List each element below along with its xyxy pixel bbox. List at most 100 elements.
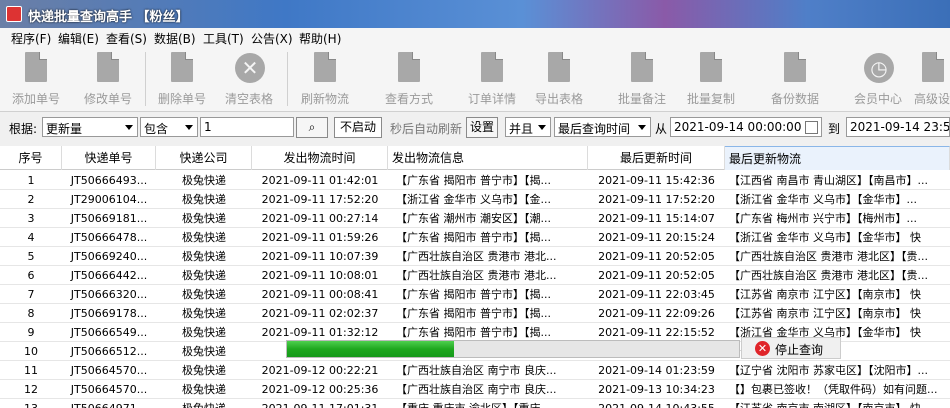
member-center-icon: ◷ xyxy=(864,53,894,83)
menu-tools[interactable]: 工具(T) xyxy=(203,30,244,47)
cell-company: 极兔快递 xyxy=(182,212,226,225)
cell-last-info: 【广东省 梅州市 兴宁市】【梅州市】... xyxy=(729,212,917,225)
filter-op-select[interactable]: 包含 xyxy=(140,117,198,137)
cell-company: 极兔快递 xyxy=(182,231,226,244)
cell-send-time: 2021-09-11 10:07:39 xyxy=(261,250,379,263)
add-number-button[interactable]: 添加单号 xyxy=(8,50,64,108)
col-last-time[interactable]: 最后更新时间 xyxy=(588,146,725,170)
advanced-settings-icon xyxy=(922,52,944,82)
cell-send-time: 2021-09-11 02:02:37 xyxy=(261,307,379,320)
table-row[interactable]: 11 JT50664570... 极兔快递 2021-09-12 00:22:21 【广… xyxy=(0,361,950,380)
search-icon: ⌕ xyxy=(308,120,316,134)
table-row[interactable]: 6 JT50666442... 极兔快递 2021-09-11 10:08:01 【广西… xyxy=(0,266,950,285)
cell-send-info: 【重庆 重庆市 渝北区】【重庆... xyxy=(396,399,588,408)
col-tracking[interactable]: 快递单号 xyxy=(62,146,156,170)
table-row[interactable]: 5 JT50669240... 极兔快递 2021-09-11 10:07:39 【广西… xyxy=(0,247,950,266)
cell-tracking: JT50666549... xyxy=(70,326,148,339)
cell-send-info: 【广东省 揭阳市 普宁市】【揭... xyxy=(396,307,551,320)
menu-program[interactable]: 程序(F) xyxy=(11,30,51,47)
cell-send-time: 2021-09-12 00:25:36 xyxy=(261,383,379,396)
cell-last-time: 2021-09-11 17:52:20 xyxy=(598,193,715,206)
result-table: 序号 快递单号 快递公司 发出物流时间 发出物流信息 最后更新时间 最后更新物流… xyxy=(0,146,950,408)
from-date-input[interactable]: 2021-09-14 00:00:00 xyxy=(670,117,822,137)
table-row[interactable]: 3 JT50669181... 极兔快递 2021-09-11 00:27:14 【广东… xyxy=(0,209,950,228)
filter-field-select[interactable]: 更新量 xyxy=(42,117,138,137)
table-row[interactable]: 1 JT50666493... 极兔快递 2021-09-11 01:42:01 【广东… xyxy=(0,171,950,190)
time-field-select[interactable]: 最后查询时间 xyxy=(554,117,651,137)
cell-last-time: 2021-09-14 01:23:59 xyxy=(598,364,715,377)
menu-help[interactable]: 帮助(H) xyxy=(299,30,341,47)
menu-notice[interactable]: 公告(X) xyxy=(251,30,293,47)
cell-tracking: JT50669181... xyxy=(70,212,148,225)
table-row[interactable]: 2 JT29006104... 极兔快递 2021-09-11 17:52:20 【浙江… xyxy=(0,190,950,209)
menu-view[interactable]: 查看(S) xyxy=(106,30,147,47)
menu-data[interactable]: 数据(B) xyxy=(154,30,196,47)
filter-label: 根据: xyxy=(9,122,38,136)
batch-note-button[interactable]: 批量备注 xyxy=(614,50,670,108)
cell-last-time: 2021-09-14 10:43:55 xyxy=(588,399,725,408)
logic-select[interactable]: 并且 xyxy=(505,117,551,137)
col-last-info[interactable]: 最后更新物流 xyxy=(725,146,950,170)
cell-last-time: 2021-09-11 15:14:07 xyxy=(598,212,715,225)
not-start-input[interactable]: 不启动 xyxy=(334,117,382,138)
title-bar: 快递批量查询高手 【粉丝】 xyxy=(0,0,950,28)
chevron-down-icon xyxy=(125,125,133,130)
order-detail-button[interactable]: 订单详情 xyxy=(464,50,520,108)
table-row[interactable]: 12 JT50664570... 极兔快递 2021-09-12 00:25:36 【广… xyxy=(0,380,950,399)
settings-button[interactable]: 设置 xyxy=(466,117,498,138)
table-row[interactable]: 8 JT50669178... 极兔快递 2021-09-11 02:02:37 【广东… xyxy=(0,304,950,323)
cell-tracking: JT50664570... xyxy=(70,383,148,396)
view-mode-icon xyxy=(398,52,420,82)
auto-refresh-label: 秒后自动刷新 xyxy=(390,122,463,136)
cell-last-time: 2021-09-13 10:34:23 xyxy=(598,383,715,396)
cell-send-time: 2021-09-11 17:52:20 xyxy=(261,193,379,206)
menu-edit[interactable]: 编辑(E) xyxy=(58,30,99,47)
filter-value-input[interactable]: 1 xyxy=(200,117,294,137)
edit-doc-icon xyxy=(97,52,119,82)
member-center-button[interactable]: ◷ 会员中心 xyxy=(850,50,906,108)
progress-fill xyxy=(287,341,455,357)
stop-icon: ✕ xyxy=(755,341,770,356)
col-no[interactable]: 序号 xyxy=(0,146,62,170)
table-row[interactable]: 13JT50664971...极兔快递2021-09-11 17:01:31 【重… xyxy=(0,399,950,408)
cell-last-info: 【江苏省 南京市 江宁区】【南京市】 快 xyxy=(729,288,921,301)
col-send-time[interactable]: 发出物流时间 xyxy=(252,146,388,170)
delete-number-button[interactable]: 删除单号 xyxy=(154,50,210,108)
calendar-icon[interactable] xyxy=(805,121,818,134)
cell-send-time: 2021-09-11 00:27:14 xyxy=(261,212,379,225)
cell-company: 极兔快递 xyxy=(182,364,226,377)
backup-data-button[interactable]: 备份数据 xyxy=(767,50,823,108)
export-table-button[interactable]: 导出表格 xyxy=(531,50,587,108)
refresh-logistics-button[interactable]: 刷新物流 xyxy=(297,50,353,108)
advanced-settings-button[interactable]: 高级设 xyxy=(914,50,950,108)
search-button[interactable]: ⌕ xyxy=(296,117,328,138)
col-company[interactable]: 快递公司 xyxy=(156,146,252,170)
batch-copy-button[interactable]: 批量复制 xyxy=(683,50,739,108)
table-row[interactable]: 7 JT50666320... 极兔快递 2021-09-11 00:08:41 【广东… xyxy=(0,285,950,304)
cell-company: 极兔快递 xyxy=(182,288,226,301)
delete-doc-icon xyxy=(171,52,193,82)
col-send-info[interactable]: 发出物流信息 xyxy=(388,146,588,170)
cell-last-time: 2021-09-11 15:42:36 xyxy=(598,174,715,187)
cell-tracking: JT50669178... xyxy=(70,307,148,320)
export-icon xyxy=(548,52,570,82)
cell-last-info: 【广西壮族自治区 贵港市 港北区】【贵... xyxy=(729,250,928,263)
batch-note-icon xyxy=(631,52,653,82)
cell-last-info: 【辽宁省 沈阳市 苏家屯区】【沈阳市】... xyxy=(729,364,928,377)
cell-company: 极兔快递 xyxy=(182,345,226,358)
cell-tracking: JT50666512... xyxy=(70,345,148,358)
cell-send-info: 【广西壮族自治区 南宁市 良庆... xyxy=(396,364,557,377)
from-label: 从 xyxy=(655,122,668,136)
order-detail-icon xyxy=(481,52,503,82)
stop-query-button[interactable]: ✕ 停止查询 xyxy=(741,337,841,359)
cell-send-time: 2021-09-12 00:22:21 xyxy=(261,364,379,377)
view-mode-button[interactable]: 查看方式 xyxy=(381,50,437,108)
cell-tracking: JT50669240... xyxy=(70,250,148,263)
table-row[interactable]: 4 JT50666478... 极兔快递 2021-09-11 01:59:26 【广东… xyxy=(0,228,950,247)
toolbar: 添加单号 修改单号 删除单号 ✕ 清空表格 刷新物流 查看方式 订单详情 导出表… xyxy=(0,48,950,127)
to-date-input[interactable]: 2021-09-14 23:59: xyxy=(846,117,950,137)
cell-send-info: 【浙江省 金华市 义乌市】【金... xyxy=(396,193,551,206)
cell-no: 12 xyxy=(24,383,38,396)
edit-number-button[interactable]: 修改单号 xyxy=(80,50,136,108)
clear-table-button[interactable]: ✕ 清空表格 xyxy=(221,50,277,108)
